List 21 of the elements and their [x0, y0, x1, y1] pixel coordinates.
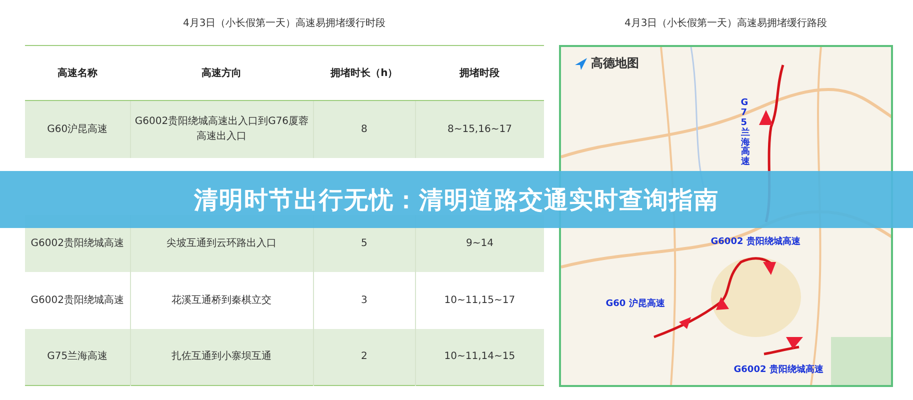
table-cell: G6002贵阳绕城高速: [25, 272, 130, 328]
table-cell: 8: [313, 100, 416, 158]
table-cell: 2: [313, 328, 416, 386]
table-cell: 3: [313, 272, 416, 328]
banner-title: 清明时节出行无忧：清明道路交通实时查询指南: [194, 184, 719, 216]
table-cell: G75兰海高速: [25, 328, 130, 386]
table-cell: G6002贵阳绕城高速出入口到G76厦蓉高速出入口: [130, 100, 314, 158]
paper-plane-icon: [574, 58, 587, 70]
logo-text: 高德地图: [590, 55, 639, 72]
map-title: 4月3日（小长假第一天）高速易拥堵缓行路段: [624, 16, 828, 31]
table-title: 4月3日（小长假第一天）高速易拥堵缓行时段: [182, 16, 387, 31]
table-cell: 8~15,16~17: [415, 100, 544, 158]
table-cell: 10~11,15~17: [415, 272, 544, 328]
route-label: G75兰海高速: [740, 99, 750, 168]
table-cell: G60沪昆高速: [25, 100, 130, 158]
table-cell: 花溪互通桥到秦棋立交: [130, 272, 314, 328]
route-label: G60 沪昆高速: [606, 297, 665, 310]
route-label: G6002 贵阳绕城高速: [734, 363, 824, 376]
table-cell: 10~11,14~15: [415, 328, 544, 386]
route-label: G6002 贵阳绕城高速: [710, 235, 800, 248]
table-cell: 扎佐互通到小寨坝互通: [130, 328, 314, 386]
